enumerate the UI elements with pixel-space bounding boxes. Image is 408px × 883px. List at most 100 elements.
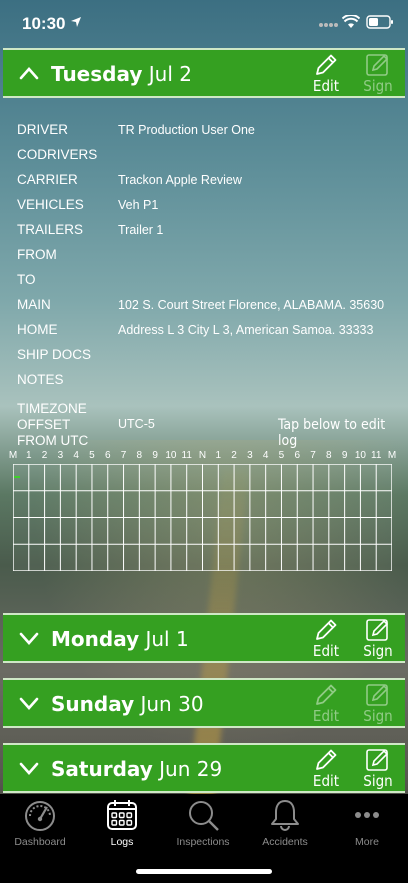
sign-pencil-icon xyxy=(366,749,389,771)
edit-button[interactable]: Edit xyxy=(306,747,346,791)
day-weekday: Monday xyxy=(51,627,140,651)
dashboard-gauge-icon xyxy=(25,801,55,831)
day-header-sunday[interactable]: Sunday Jun 30 Edit Sign xyxy=(3,678,405,728)
edit-label: Edit xyxy=(312,642,340,660)
day-title: Sunday Jun 30 xyxy=(51,692,204,716)
timezone-value: UTC-5 xyxy=(118,417,155,431)
day-date: Jun 30 xyxy=(140,692,204,716)
bell-icon xyxy=(271,800,299,831)
edit-button[interactable]: Edit xyxy=(306,682,346,726)
hour-label: 8 xyxy=(136,450,143,461)
hour-label: 4 xyxy=(73,450,79,461)
tab-accidents[interactable]: Accidents xyxy=(245,798,325,848)
detail-value: Veh P1 xyxy=(118,198,159,212)
more-dots-icon xyxy=(355,812,379,818)
detail-value: Address L 3 City L 3, American Samoa. 33… xyxy=(118,323,374,337)
detail-value: 102 S. Court Street Florence, ALABAMA. 3… xyxy=(118,298,385,312)
sign-label: Sign xyxy=(363,77,393,95)
hour-label: 1 xyxy=(215,450,222,461)
home-indicator xyxy=(136,869,272,874)
hour-label: 9 xyxy=(152,450,158,461)
chevron-down-icon[interactable] xyxy=(19,760,39,776)
hour-label: 11 xyxy=(181,450,192,461)
pencil-icon xyxy=(316,54,337,75)
hour-labels: M 1 2 3 4 5 6 7 8 9 10 11 N 1 2 3 4 5 6 7 8 9 10 11 M xyxy=(0,450,408,462)
hour-label: 3 xyxy=(57,450,64,461)
log-grid[interactable] xyxy=(13,464,392,571)
status-bar: 10:30 xyxy=(0,0,408,48)
sign-label: Sign xyxy=(363,772,393,790)
sign-button[interactable]: Sign xyxy=(358,52,398,96)
day-header-expanded[interactable]: Tuesday Jul 2 Edit Sign xyxy=(3,48,405,98)
sign-pencil-icon xyxy=(366,54,389,76)
timezone-label: TIMEZONE OFFSET FROM UTC xyxy=(17,401,88,449)
hour-label: 1 xyxy=(26,450,32,461)
day-header-monday[interactable]: Monday Jul 1 Edit Sign xyxy=(3,613,405,663)
status-time: 10:30 xyxy=(22,14,66,33)
hour-label: 10 xyxy=(354,450,366,461)
detail-label: CARRIER xyxy=(17,172,78,187)
hour-label: 6 xyxy=(104,450,111,461)
tab-inspections[interactable]: Inspections xyxy=(163,798,243,848)
hour-label: 5 xyxy=(278,450,285,461)
hour-label: 7 xyxy=(120,450,127,461)
timezone-label-line: OFFSET xyxy=(17,417,71,432)
timezone-label-line: FROM UTC xyxy=(17,433,89,448)
tab-label: More xyxy=(355,836,379,848)
magnifier-icon xyxy=(189,801,219,831)
tab-logs[interactable]: Logs xyxy=(82,798,162,848)
wifi-icon xyxy=(342,15,360,28)
sign-button[interactable]: Sign xyxy=(358,617,398,661)
hour-label: 6 xyxy=(294,450,301,461)
tab-label: Dashboard xyxy=(14,836,66,848)
hour-label: 8 xyxy=(326,450,332,461)
tab-more[interactable]: More xyxy=(327,798,407,848)
detail-label: DRIVER xyxy=(17,122,69,137)
edit-label: Edit xyxy=(312,772,340,790)
day-header-saturday[interactable]: Saturday Jun 29 Edit Sign xyxy=(3,743,405,793)
day-date: Jul 1 xyxy=(145,627,189,651)
hour-label: M xyxy=(8,450,18,461)
hour-label: 5 xyxy=(89,450,95,461)
detail-label: NOTES xyxy=(17,372,64,387)
day-date: Jul 2 xyxy=(148,62,192,86)
sign-button[interactable]: Sign xyxy=(358,682,398,726)
chevron-up-icon[interactable] xyxy=(19,65,39,81)
detail-value: Trailer 1 xyxy=(118,223,164,237)
detail-label: CODRIVERS xyxy=(17,147,98,162)
hour-label: 10 xyxy=(165,450,177,461)
signal-icon xyxy=(319,23,338,27)
day-date: Jun 29 xyxy=(159,757,223,781)
pencil-icon xyxy=(316,619,337,640)
day-title: Monday Jul 1 xyxy=(51,627,189,651)
detail-label: TO xyxy=(17,272,36,287)
detail-label: VEHICLES xyxy=(17,197,84,212)
day-title: Tuesday Jul 2 xyxy=(51,62,192,86)
tab-label: Inspections xyxy=(176,836,230,848)
tab-label: Accidents xyxy=(262,836,308,848)
tap-to-edit-hint: Tap below to edit log xyxy=(278,417,386,449)
day-weekday: Tuesday xyxy=(51,62,143,86)
sign-label: Sign xyxy=(363,707,393,725)
chevron-down-icon[interactable] xyxy=(19,695,39,711)
pencil-icon xyxy=(316,749,337,770)
hour-label: 11 xyxy=(371,450,382,461)
hour-label: 7 xyxy=(310,450,316,461)
battery-icon xyxy=(366,15,393,29)
detail-label: TRAILERS xyxy=(17,222,84,237)
hour-label: N xyxy=(198,450,207,461)
hour-label: 3 xyxy=(247,450,253,461)
tab-dashboard[interactable]: Dashboard xyxy=(0,798,80,848)
chevron-down-icon[interactable] xyxy=(19,630,39,646)
timezone-label-line: TIMEZONE xyxy=(17,401,87,416)
edit-button[interactable]: Edit xyxy=(306,52,346,96)
detail-label: MAIN xyxy=(17,297,51,312)
tab-label: Logs xyxy=(110,836,134,848)
detail-value: Trackon Apple Review xyxy=(118,173,242,187)
sign-pencil-icon xyxy=(366,619,389,641)
edit-button[interactable]: Edit xyxy=(306,617,346,661)
hour-label: M xyxy=(387,450,397,461)
sign-button[interactable]: Sign xyxy=(358,747,398,791)
detail-label: HOME xyxy=(17,322,58,337)
hour-label: 2 xyxy=(41,450,48,461)
